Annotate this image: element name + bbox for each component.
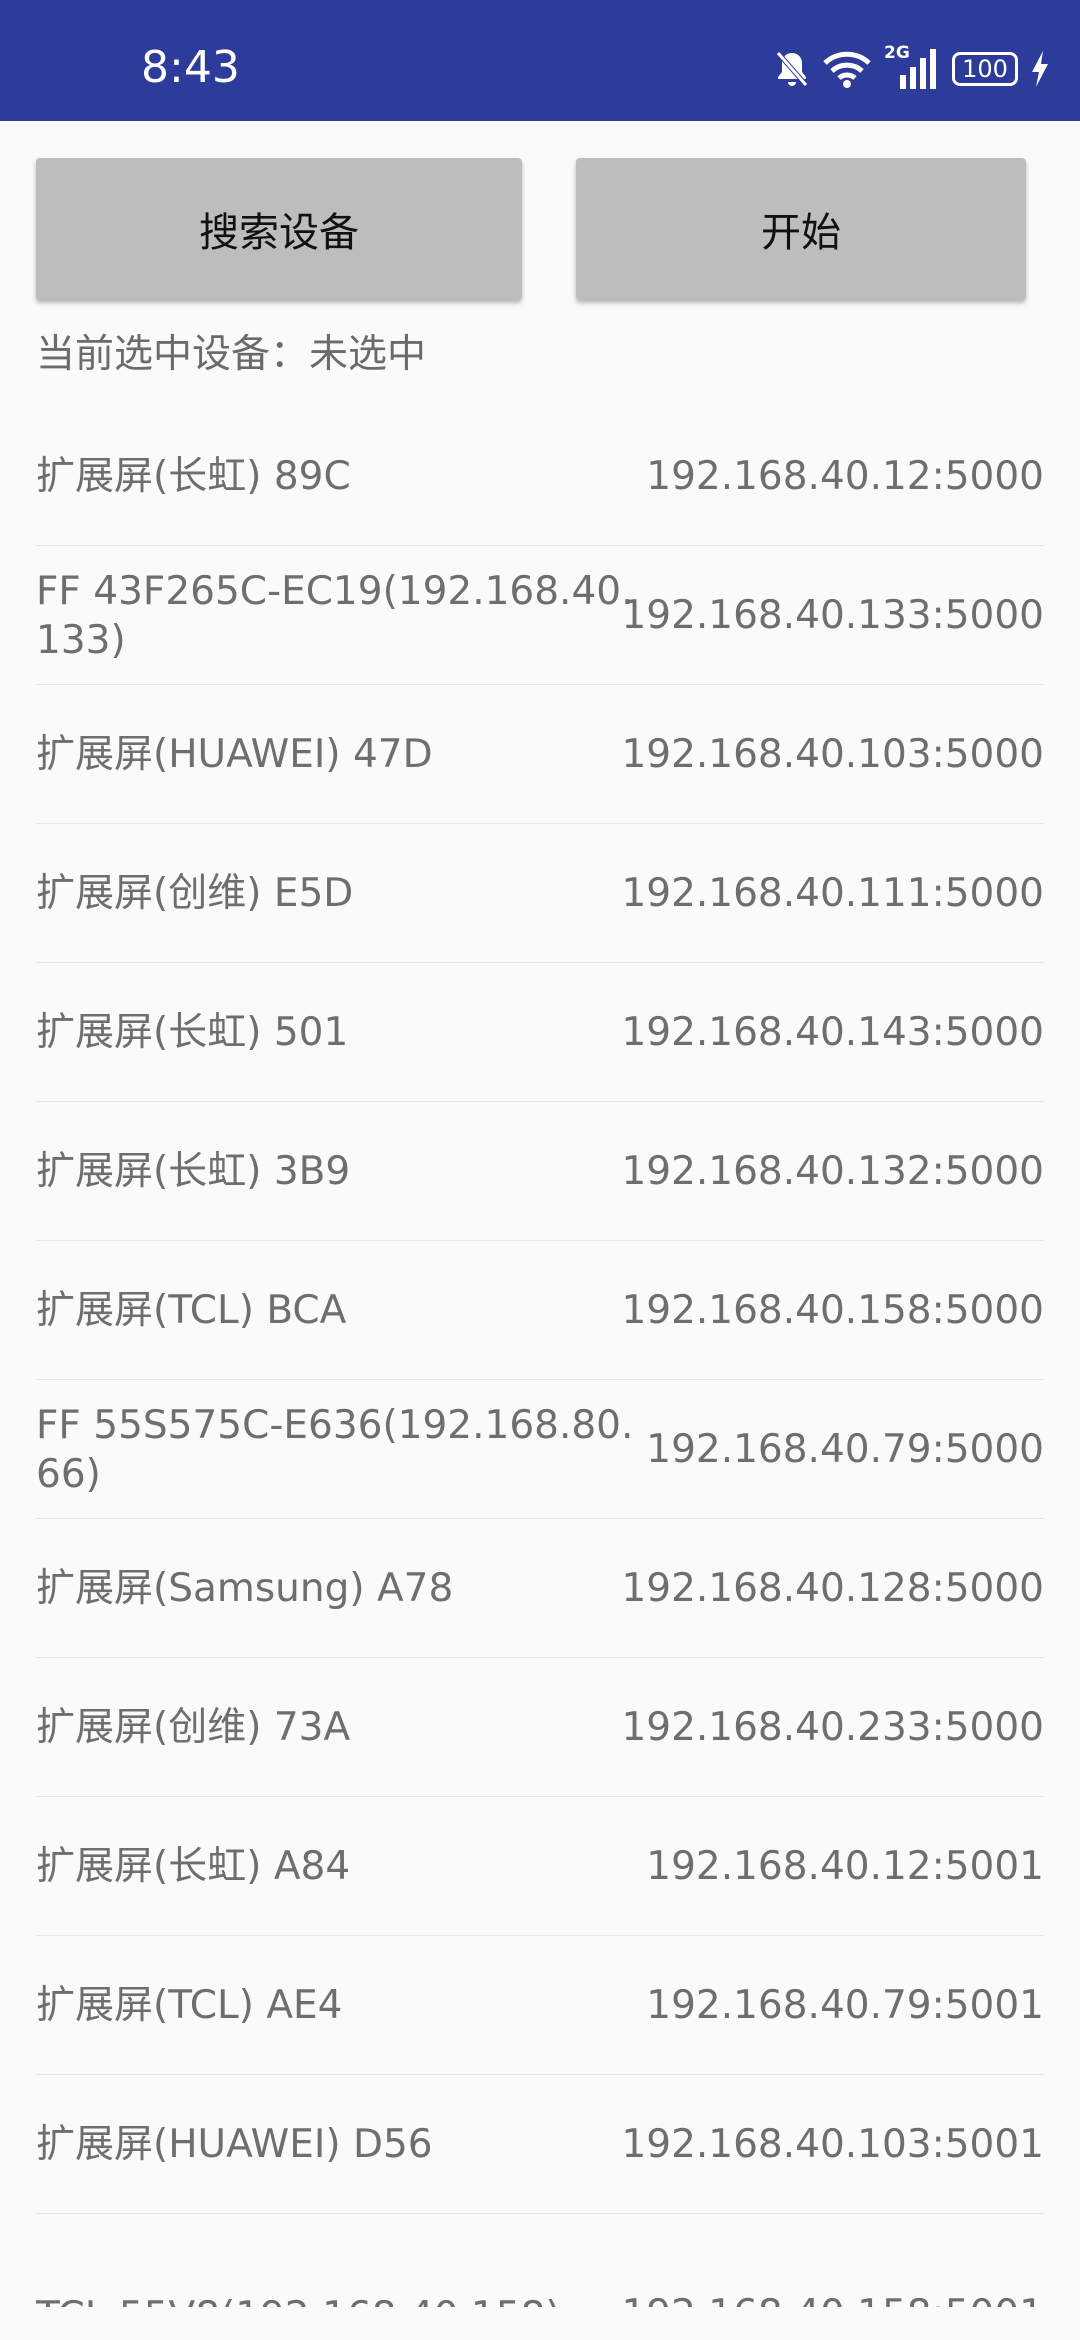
device-name: 扩展屏(HUAWEI) 47D <box>36 732 433 777</box>
device-address: 192.168.40.128:5000 <box>621 1566 1044 1611</box>
device-row[interactable]: 扩展屏(HUAWEI) 47D 192.168.40.103:5000 <box>36 685 1044 824</box>
device-address: 192.168.40.143:5000 <box>621 1010 1044 1055</box>
battery-icon: 100 <box>952 52 1018 86</box>
device-name: 扩展屏(HUAWEI) D56 <box>36 2122 433 2167</box>
charging-bolt-icon <box>1030 49 1050 89</box>
device-address: 192.168.40.111:5000 <box>621 871 1044 916</box>
device-row[interactable]: TCL 55V8(192.168.40.158)192.168.40.158:5… <box>36 2214 1044 2307</box>
device-address: 192.168.40.12:5000 <box>646 454 1044 499</box>
device-name: 扩展屏(长虹) 89C <box>36 454 351 499</box>
device-name: FF 43F265C-EC19(192.168.40.133) <box>36 568 634 663</box>
device-list-viewport[interactable]: 扩展屏(长虹) 89C 192.168.40.12:5000 FF 43F265C-… <box>36 407 1044 2307</box>
device-address: 192.168.40.233:5000 <box>621 1705 1044 1750</box>
device-row[interactable]: 扩展屏(TCL) BCA 192.168.40.158:5000 <box>36 1241 1044 1380</box>
device-row[interactable]: 扩展屏(长虹) 3B9 192.168.40.132:5000 <box>36 1102 1044 1241</box>
status-bar: 8:43 2G 100 <box>0 0 1080 121</box>
wifi-icon <box>822 49 872 89</box>
start-label: 开始 <box>761 210 841 256</box>
device-row[interactable]: FF 43F265C-EC19(192.168.40.133) 192.168.4… <box>36 546 1044 685</box>
device-address: 192.168.40.133:5000 <box>621 593 1044 638</box>
device-name: 扩展屏(创维) 73A <box>36 1705 351 1750</box>
device-address: 192.168.40.158:5001 <box>621 2292 1044 2307</box>
device-row[interactable]: 扩展屏(创维) E5D 192.168.40.111:5000 <box>36 824 1044 963</box>
device-name: TCL 55V8(192.168.40.158) <box>36 2292 636 2307</box>
device-name: 扩展屏(Samsung) A78 <box>36 1566 454 1611</box>
start-button[interactable]: 开始 <box>576 158 1026 300</box>
device-row[interactable]: FF 55S575C-E636(192.168.80.66) 192.168.40… <box>36 1380 1044 1519</box>
device-name: 扩展屏(TCL) BCA <box>36 1288 347 1333</box>
battery-level: 100 <box>962 55 1008 83</box>
device-row[interactable]: 扩展屏(TCL) AE4 192.168.40.79:5001 <box>36 1936 1044 2075</box>
device-address: 192.168.40.103:5000 <box>621 732 1044 777</box>
search-devices-button[interactable]: 搜索设备 <box>36 158 522 300</box>
current-selection-text: 当前选中设备：未选中 <box>36 332 427 377</box>
device-address: 192.168.40.158:5000 <box>621 1288 1044 1333</box>
device-name: 扩展屏(长虹) A84 <box>36 1844 351 1889</box>
device-row[interactable]: 扩展屏(HUAWEI) D56 192.168.40.103:5001 <box>36 2075 1044 2214</box>
device-name: 扩展屏(长虹) 501 <box>36 1010 349 1055</box>
device-name: 扩展屏(创维) E5D <box>36 871 354 916</box>
device-address: 192.168.40.12:5001 <box>646 1844 1044 1889</box>
bell-off-icon <box>774 49 810 89</box>
device-address: 192.168.40.103:5001 <box>621 2122 1044 2167</box>
device-row[interactable]: 扩展屏(长虹) 89C 192.168.40.12:5000 <box>36 407 1044 546</box>
search-devices-label: 搜索设备 <box>199 210 359 256</box>
device-name: FF 55S575C-E636(192.168.80.66) <box>36 1402 634 1497</box>
device-row[interactable]: 扩展屏(Samsung) A78 192.168.40.128:5000 <box>36 1519 1044 1658</box>
device-row[interactable]: 扩展屏(长虹) A84 192.168.40.12:5001 <box>36 1797 1044 1936</box>
status-time: 8:43 <box>141 42 240 93</box>
device-row[interactable]: 扩展屏(长虹) 501 192.168.40.143:5000 <box>36 963 1044 1102</box>
device-row[interactable]: 扩展屏(创维) 73A 192.168.40.233:5000 <box>36 1658 1044 1797</box>
device-address: 192.168.40.79:5000 <box>646 1427 1044 1472</box>
device-name: 扩展屏(TCL) AE4 <box>36 1983 343 2028</box>
device-address: 192.168.40.132:5000 <box>621 1149 1044 1194</box>
signal-2g-icon: 2G <box>884 43 940 91</box>
device-name: 扩展屏(长虹) 3B9 <box>36 1149 351 1194</box>
device-address: 192.168.40.79:5001 <box>646 1983 1044 2028</box>
status-icons: 2G 100 <box>774 42 1050 96</box>
